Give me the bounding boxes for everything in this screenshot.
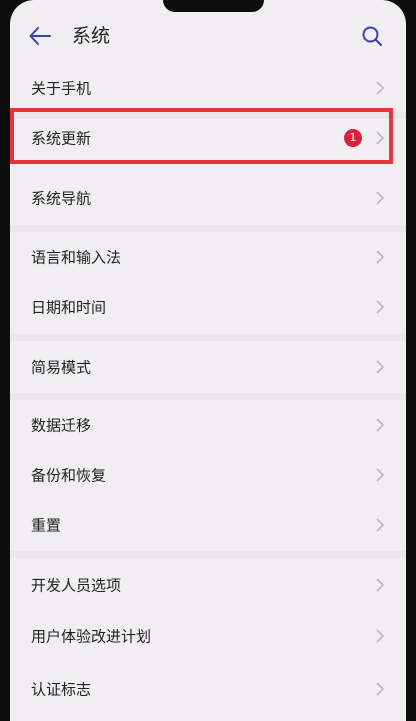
list-item-system-update[interactable]: 系统更新 1: [10, 113, 406, 163]
list-item-user-experience[interactable]: 用户体验改进计划: [10, 612, 406, 660]
chevron-right-icon: [376, 360, 384, 374]
chevron-right-icon: [376, 468, 384, 482]
list-item-label: 认证标志: [31, 680, 92, 699]
chevron-right-icon: [376, 250, 384, 264]
back-button[interactable]: [26, 22, 54, 50]
chevron-right-icon: [376, 300, 384, 314]
list-item-system-navigation[interactable]: 系统导航: [10, 174, 406, 222]
list-item-label: 数据迁移: [31, 416, 92, 435]
update-badge: 1: [344, 129, 362, 147]
section-divider: [10, 551, 406, 558]
chevron-right-icon: [376, 81, 384, 95]
list-item-data-migration[interactable]: 数据迁移: [10, 401, 406, 449]
list-item-label: 语言和输入法: [31, 248, 122, 267]
list-item-date-time[interactable]: 日期和时间: [10, 283, 406, 331]
list-item-label: 用户体验改进计划: [31, 627, 152, 646]
chevron-right-icon: [376, 518, 384, 532]
chevron-right-icon: [376, 578, 384, 592]
chevron-right-icon: [376, 418, 384, 432]
chevron-right-icon: [376, 629, 384, 643]
list-item-language-input[interactable]: 语言和输入法: [10, 233, 406, 281]
chevron-right-icon: [376, 131, 384, 145]
list-item-backup-restore[interactable]: 备份和恢复: [10, 451, 406, 499]
section-divider: [10, 334, 406, 341]
header-bar: 系统: [10, 0, 406, 70]
search-button[interactable]: [358, 22, 386, 50]
search-icon: [362, 26, 382, 46]
list-item-label: 开发人员选项: [31, 576, 122, 595]
phone-frame: 系统 关于手机 系统更新 1 系统导航 语言和输入法 日期和时间 简易模式 数据…: [0, 0, 416, 721]
list-item-label: 重置: [31, 516, 62, 535]
list-item-label: 日期和时间: [31, 298, 107, 317]
chevron-right-icon: [376, 682, 384, 696]
settings-screen: 系统 关于手机 系统更新 1 系统导航 语言和输入法 日期和时间 简易模式 数据…: [10, 0, 406, 721]
list-item-reset[interactable]: 重置: [10, 501, 406, 549]
list-item-certification-logos[interactable]: 认证标志: [10, 665, 406, 713]
list-item-label: 备份和恢复: [31, 466, 107, 485]
list-item-label: 系统更新: [31, 129, 92, 148]
list-item-label: 关于手机: [31, 79, 92, 98]
page-title: 系统: [72, 25, 111, 47]
chevron-right-icon: [376, 191, 384, 205]
section-divider: [10, 225, 406, 232]
list-item-label: 系统导航: [31, 189, 92, 208]
arrow-left-icon: [29, 27, 51, 45]
list-item-about-phone[interactable]: 关于手机: [10, 64, 406, 112]
section-divider: [10, 393, 406, 400]
list-item-developer-options[interactable]: 开发人员选项: [10, 561, 406, 609]
list-item-simple-mode[interactable]: 简易模式: [10, 343, 406, 391]
list-item-label: 简易模式: [31, 358, 92, 377]
